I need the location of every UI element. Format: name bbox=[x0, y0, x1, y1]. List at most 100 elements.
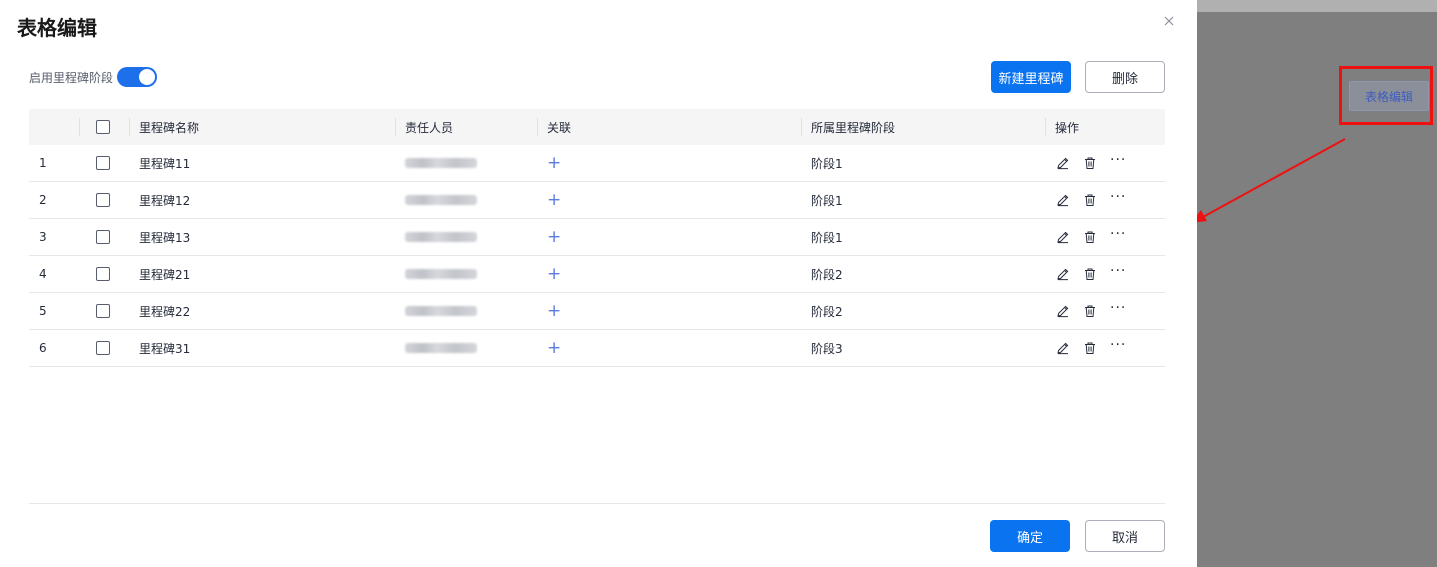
milestone-name[interactable]: 里程碑13 bbox=[139, 219, 190, 255]
edit-icon[interactable] bbox=[1056, 304, 1070, 318]
header-divider bbox=[1045, 118, 1046, 136]
row-select bbox=[96, 330, 110, 366]
plus-icon[interactable]: + bbox=[547, 191, 561, 209]
header-name[interactable]: 里程碑名称 bbox=[139, 109, 199, 145]
table-row: 6 里程碑31 + 阶段3 ··· bbox=[29, 330, 1165, 367]
owner-cell bbox=[405, 293, 477, 329]
plus-icon[interactable]: + bbox=[547, 339, 561, 357]
row-checkbox[interactable] bbox=[96, 267, 110, 281]
stage-cell[interactable]: 阶段3 bbox=[811, 330, 843, 366]
header-actions: 操作 bbox=[1055, 120, 1080, 135]
more-icon[interactable]: ··· bbox=[1110, 264, 1126, 278]
more-icon[interactable]: ··· bbox=[1110, 227, 1126, 241]
footer-divider bbox=[29, 503, 1165, 504]
milestone-name[interactable]: 里程碑21 bbox=[139, 256, 190, 292]
milestone-name[interactable]: 里程碑11 bbox=[139, 145, 190, 181]
edit-icon[interactable] bbox=[1056, 193, 1070, 207]
table-row: 3 里程碑13 + 阶段1 ··· bbox=[29, 219, 1165, 256]
row-checkbox[interactable] bbox=[96, 341, 110, 355]
header-divider bbox=[801, 118, 802, 136]
owner-cell bbox=[405, 219, 477, 255]
milestone-name[interactable]: 里程碑31 bbox=[139, 330, 190, 366]
trash-icon[interactable] bbox=[1083, 304, 1097, 318]
owner-redacted bbox=[405, 232, 477, 242]
plus-icon[interactable]: + bbox=[547, 228, 561, 246]
header-divider bbox=[537, 118, 538, 136]
row-checkbox[interactable] bbox=[96, 156, 110, 170]
owner-cell bbox=[405, 256, 477, 292]
select-all-checkbox[interactable] bbox=[96, 120, 110, 134]
trash-icon[interactable] bbox=[1083, 267, 1097, 281]
edit-icon[interactable] bbox=[1056, 230, 1070, 244]
actions-cell: ··· bbox=[1056, 256, 1126, 292]
milestone-name[interactable]: 里程碑22 bbox=[139, 293, 190, 329]
row-select bbox=[96, 256, 110, 292]
plus-icon[interactable]: + bbox=[547, 154, 561, 172]
stage-cell[interactable]: 阶段1 bbox=[811, 219, 843, 255]
dialog-title: 表格编辑 bbox=[17, 16, 97, 40]
milestone-table: 里程碑名称 责任人员 关联 所属里程碑阶段 操作 1 里程碑11 + 阶段1 ·… bbox=[29, 109, 1165, 367]
owner-redacted bbox=[405, 158, 477, 168]
relation-cell: + bbox=[547, 293, 561, 329]
relation-cell: + bbox=[547, 330, 561, 366]
header-select-all bbox=[96, 109, 110, 145]
toggle-label: 启用里程碑阶段 bbox=[29, 70, 114, 85]
trash-icon[interactable] bbox=[1083, 230, 1097, 244]
cancel-button[interactable]: 取消 bbox=[1085, 520, 1165, 552]
owner-cell bbox=[405, 182, 477, 218]
annotation-highlight-box bbox=[1339, 66, 1433, 125]
header-divider bbox=[129, 118, 130, 136]
more-icon[interactable]: ··· bbox=[1110, 153, 1126, 167]
row-select bbox=[96, 145, 110, 181]
header-divider bbox=[79, 118, 80, 136]
delete-button[interactable]: 删除 bbox=[1085, 61, 1165, 93]
actions-cell: ··· bbox=[1056, 182, 1126, 218]
table-row: 5 里程碑22 + 阶段2 ··· bbox=[29, 293, 1165, 330]
stage-cell[interactable]: 阶段2 bbox=[811, 293, 843, 329]
milestone-name[interactable]: 里程碑12 bbox=[139, 182, 190, 218]
row-select bbox=[96, 293, 110, 329]
new-milestone-button[interactable]: 新建里程碑 bbox=[991, 61, 1071, 93]
milestone-stage-toggle-row: 启用里程碑阶段 bbox=[29, 67, 158, 87]
trash-icon[interactable] bbox=[1083, 193, 1097, 207]
relation-cell: + bbox=[547, 182, 561, 218]
row-checkbox[interactable] bbox=[96, 304, 110, 318]
milestone-stage-toggle[interactable] bbox=[117, 67, 158, 87]
actions-cell: ··· bbox=[1056, 293, 1126, 329]
actions-cell: ··· bbox=[1056, 219, 1126, 255]
table-row: 1 里程碑11 + 阶段1 ··· bbox=[29, 145, 1165, 182]
owner-redacted bbox=[405, 269, 477, 279]
header-stage[interactable]: 所属里程碑阶段 bbox=[811, 109, 895, 145]
table-header: 里程碑名称 责任人员 关联 所属里程碑阶段 操作 bbox=[29, 109, 1165, 145]
row-checkbox[interactable] bbox=[96, 193, 110, 207]
owner-redacted bbox=[405, 195, 477, 205]
more-icon[interactable]: ··· bbox=[1110, 190, 1126, 204]
stage-cell[interactable]: 阶段2 bbox=[811, 256, 843, 292]
trash-icon[interactable] bbox=[1083, 156, 1097, 170]
owner-cell bbox=[405, 145, 477, 181]
plus-icon[interactable]: + bbox=[547, 265, 561, 283]
row-select bbox=[96, 219, 110, 255]
more-icon[interactable]: ··· bbox=[1110, 338, 1126, 352]
edit-icon[interactable] bbox=[1056, 267, 1070, 281]
row-select bbox=[96, 182, 110, 218]
table-edit-dialog: 表格编辑 启用里程碑阶段 新建里程碑 删除 里程碑名称 责任人员 关联 所属里程… bbox=[0, 0, 1197, 567]
header-owner[interactable]: 责任人员 bbox=[405, 109, 453, 145]
stage-cell[interactable]: 阶段1 bbox=[811, 182, 843, 218]
close-icon[interactable] bbox=[1162, 14, 1176, 28]
row-checkbox[interactable] bbox=[96, 230, 110, 244]
table-row: 4 里程碑21 + 阶段2 ··· bbox=[29, 256, 1165, 293]
plus-icon[interactable]: + bbox=[547, 302, 561, 320]
edit-icon[interactable] bbox=[1056, 341, 1070, 355]
row-index: 3 bbox=[39, 230, 47, 244]
table-body: 1 里程碑11 + 阶段1 ··· 2 里程碑12 + 阶段1 ··· 3 里程… bbox=[29, 145, 1165, 367]
more-icon[interactable]: ··· bbox=[1110, 301, 1126, 315]
owner-cell bbox=[405, 330, 477, 366]
confirm-button[interactable]: 确定 bbox=[990, 520, 1070, 552]
owner-redacted bbox=[405, 306, 477, 316]
header-relation[interactable]: 关联 bbox=[547, 109, 571, 145]
trash-icon[interactable] bbox=[1083, 341, 1097, 355]
edit-icon[interactable] bbox=[1056, 156, 1070, 170]
row-index: 4 bbox=[39, 267, 47, 281]
stage-cell[interactable]: 阶段1 bbox=[811, 145, 843, 181]
